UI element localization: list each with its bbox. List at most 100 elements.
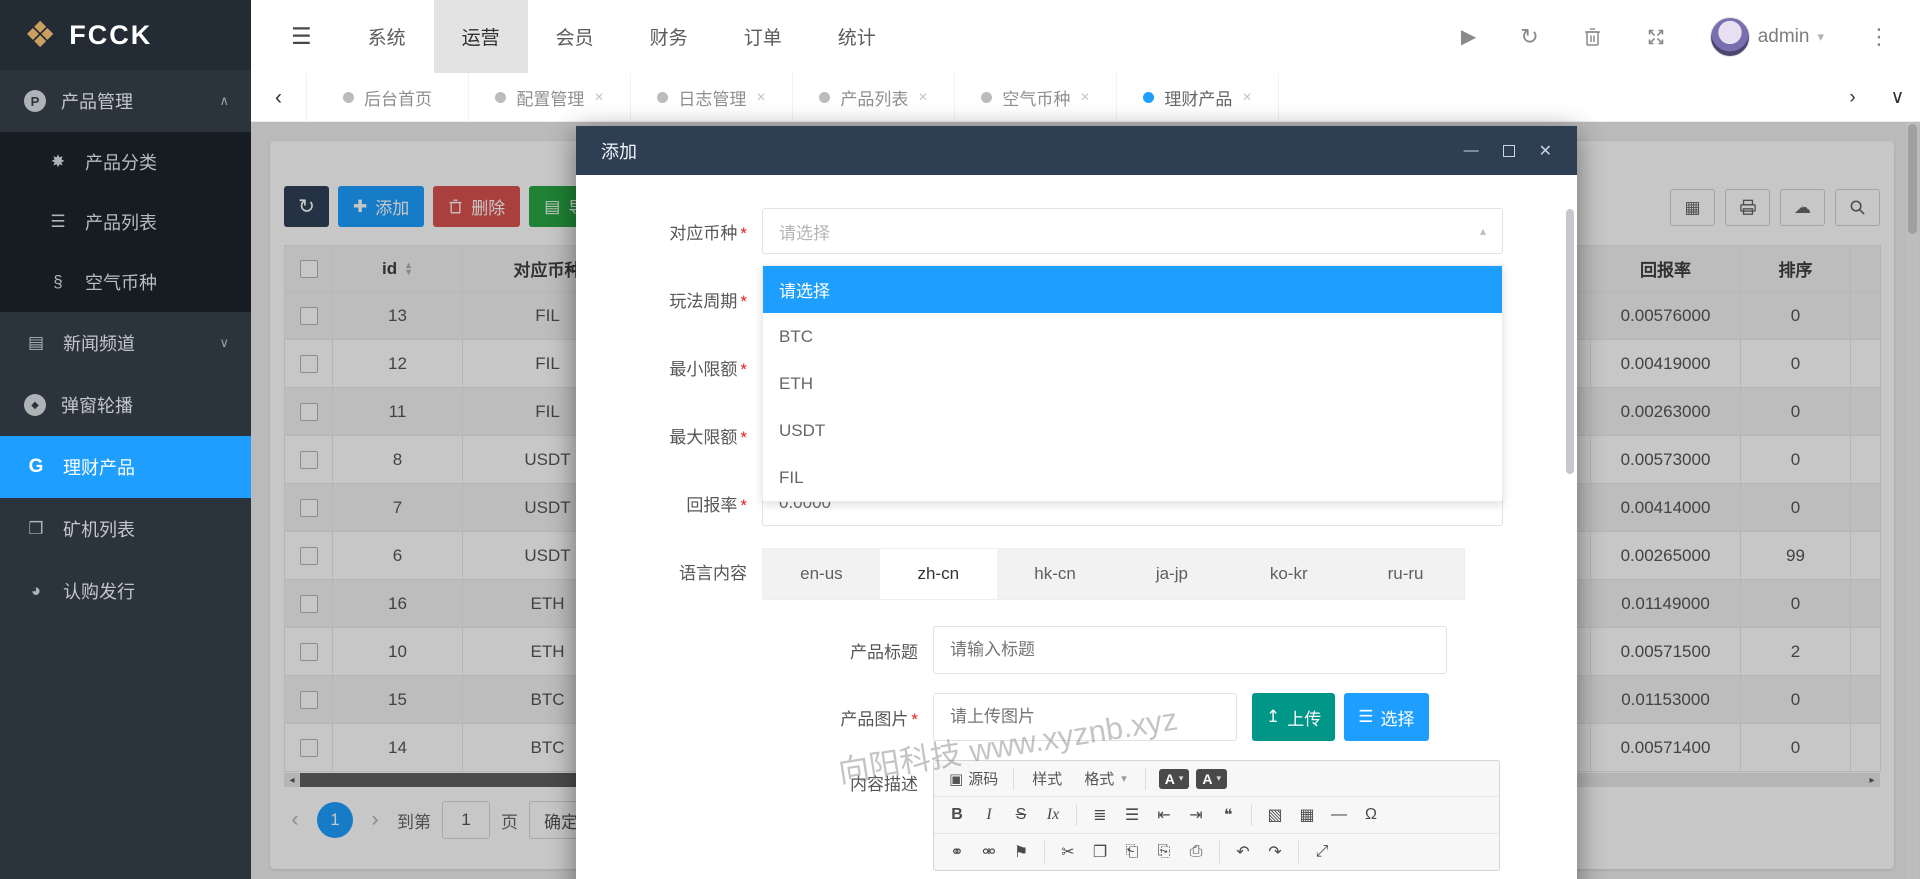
sidebar-item-air-coin[interactable]: § 空气币种: [0, 252, 251, 312]
scroll-left-arrow[interactable]: ◂: [284, 775, 300, 786]
link-button[interactable]: ⚭: [942, 838, 972, 866]
table-button[interactable]: ▦: [1292, 801, 1322, 829]
lang-tab-ja-jp[interactable]: ja-jp: [1113, 549, 1230, 599]
trash-icon[interactable]: [1583, 27, 1602, 47]
special-char-button[interactable]: Ω: [1356, 801, 1386, 829]
refresh-button[interactable]: ↻: [284, 186, 329, 227]
page-next[interactable]: ›: [364, 808, 386, 832]
columns-grid-icon[interactable]: ▦: [1670, 189, 1715, 226]
source-button[interactable]: ▣ 源码: [942, 765, 1005, 792]
search-icon[interactable]: [1835, 189, 1880, 226]
outdent-button[interactable]: ⇤: [1149, 801, 1179, 829]
indent-button[interactable]: ⇥: [1181, 801, 1211, 829]
dialog-scrollbar[interactable]: [1564, 181, 1576, 879]
anchor-button[interactable]: ⚑: [1006, 838, 1036, 866]
close-icon[interactable]: ✕: [1539, 141, 1552, 161]
maximize-editor-button[interactable]: ⤢: [1307, 838, 1337, 866]
row-checkbox[interactable]: [299, 739, 318, 758]
tab-finance-product[interactable]: 理财产品 ×: [1117, 73, 1279, 122]
product-image-input[interactable]: [933, 693, 1237, 741]
row-checkbox[interactable]: [299, 643, 318, 662]
background-color-button[interactable]: A ▾: [1196, 768, 1228, 789]
scroll-right-arrow[interactable]: ▸: [1864, 775, 1880, 786]
product-title-input[interactable]: [933, 626, 1447, 674]
strikethrough-button[interactable]: S: [1006, 801, 1036, 829]
dialog-titlebar[interactable]: 添加 — ✕: [576, 126, 1577, 175]
export-download-icon[interactable]: ☁ ↓: [1780, 189, 1825, 226]
tab-close-icon[interactable]: ×: [918, 89, 927, 107]
fullscreen-icon[interactable]: [1646, 27, 1666, 47]
row-checkbox[interactable]: [299, 355, 318, 374]
unlink-button[interactable]: ⚮: [974, 838, 1004, 866]
image-button[interactable]: ▧: [1260, 801, 1290, 829]
column-header-id[interactable]: id ▲ ▼: [332, 245, 463, 292]
copy-button[interactable]: ❐: [1085, 838, 1115, 866]
ordered-list-button[interactable]: ≣: [1085, 801, 1115, 829]
lang-tab-zh-cn[interactable]: zh-cn: [879, 549, 997, 599]
refresh-icon[interactable]: ↻: [1520, 24, 1538, 50]
delete-button[interactable]: 删除: [433, 186, 521, 227]
sort-icons[interactable]: ▲ ▼: [404, 261, 413, 277]
sidebar-item-news-channel[interactable]: ▤ 新闻频道 ∨: [0, 312, 251, 374]
lang-tab-ko-kr[interactable]: ko-kr: [1230, 549, 1347, 599]
sidebar-item-subscription-issue[interactable]: ◕ 认购发行: [0, 560, 251, 622]
coin-select[interactable]: 请选择 ▴: [762, 208, 1503, 254]
styles-combo[interactable]: 样式: [1022, 765, 1072, 792]
blockquote-button[interactable]: ❝: [1213, 801, 1243, 829]
page-current[interactable]: 1: [317, 802, 353, 838]
nav-item-system[interactable]: 系统: [340, 0, 434, 73]
option-fil[interactable]: FIL: [763, 454, 1502, 501]
add-button[interactable]: ✚ 添加: [338, 186, 425, 227]
tab-logs[interactable]: 日志管理 ×: [631, 73, 793, 122]
sidebar-item-finance-product[interactable]: G 理财产品: [0, 436, 251, 498]
option-eth[interactable]: ETH: [763, 360, 1502, 407]
sidebar-item-miner-list[interactable]: ❒ 矿机列表: [0, 498, 251, 560]
tab-close-icon[interactable]: ×: [1080, 89, 1089, 107]
tab-product-list[interactable]: 产品列表 ×: [793, 73, 955, 122]
page-prev[interactable]: ‹: [284, 808, 306, 832]
select-all-checkbox[interactable]: [299, 260, 318, 279]
format-combo[interactable]: 格式 ▾: [1074, 765, 1137, 792]
lang-tab-hk-cn[interactable]: hk-cn: [997, 549, 1114, 599]
minimize-icon[interactable]: —: [1464, 142, 1479, 159]
sidebar-item-product-management[interactable]: P 产品管理 ∧: [0, 70, 251, 132]
page-scrollbar-thumb[interactable]: [1908, 124, 1917, 234]
nav-item-statistics[interactable]: 统计: [810, 0, 904, 73]
bold-button[interactable]: B: [942, 801, 972, 829]
option-btc[interactable]: BTC: [763, 313, 1502, 360]
upload-button[interactable]: ↥ 上传: [1252, 693, 1336, 741]
choose-button[interactable]: ☰ 选择: [1344, 693, 1429, 741]
paste-text-button[interactable]: ⎘: [1149, 838, 1179, 866]
undo-button[interactable]: ↶: [1228, 838, 1258, 866]
tabs-scroll-right[interactable]: ›: [1830, 73, 1875, 122]
user-menu[interactable]: admin ▾: [1709, 16, 1824, 57]
paste-button[interactable]: ⎗: [1117, 838, 1147, 866]
print-icon[interactable]: [1725, 189, 1770, 226]
tab-config[interactable]: 配置管理 ×: [469, 73, 631, 122]
row-checkbox[interactable]: [299, 451, 318, 470]
nav-item-member[interactable]: 会员: [528, 0, 622, 73]
italic-button[interactable]: I: [974, 801, 1004, 829]
nav-item-finance[interactable]: 财务: [622, 0, 716, 73]
row-checkbox[interactable]: [299, 595, 318, 614]
option-please-select[interactable]: 请选择: [763, 266, 1502, 313]
sidebar-item-popup-carousel[interactable]: ◆ 弹窗轮播: [0, 374, 251, 436]
page-scrollbar[interactable]: [1906, 122, 1919, 879]
dialog-scrollbar-thumb[interactable]: [1566, 209, 1574, 474]
nav-item-operation[interactable]: 运营: [433, 0, 528, 73]
row-checkbox[interactable]: [299, 547, 318, 566]
redo-button[interactable]: ↷: [1260, 838, 1290, 866]
lang-tab-ru-ru[interactable]: ru-ru: [1347, 549, 1464, 599]
maximize-icon[interactable]: [1502, 144, 1515, 157]
unordered-list-button[interactable]: ☰: [1117, 801, 1147, 829]
tab-close-icon[interactable]: ×: [756, 89, 765, 107]
goto-page-input[interactable]: [442, 801, 490, 839]
text-color-button[interactable]: A ▾: [1158, 768, 1190, 789]
option-usdt[interactable]: USDT: [763, 407, 1502, 454]
row-checkbox[interactable]: [299, 499, 318, 518]
cut-button[interactable]: ✂: [1053, 838, 1083, 866]
tabs-menu-chevron[interactable]: ∨: [1875, 73, 1920, 122]
sidebar-item-product-category[interactable]: ✸ 产品分类: [0, 132, 251, 192]
tabs-scroll-left[interactable]: ‹: [251, 73, 307, 122]
play-icon[interactable]: ▶: [1461, 24, 1476, 49]
